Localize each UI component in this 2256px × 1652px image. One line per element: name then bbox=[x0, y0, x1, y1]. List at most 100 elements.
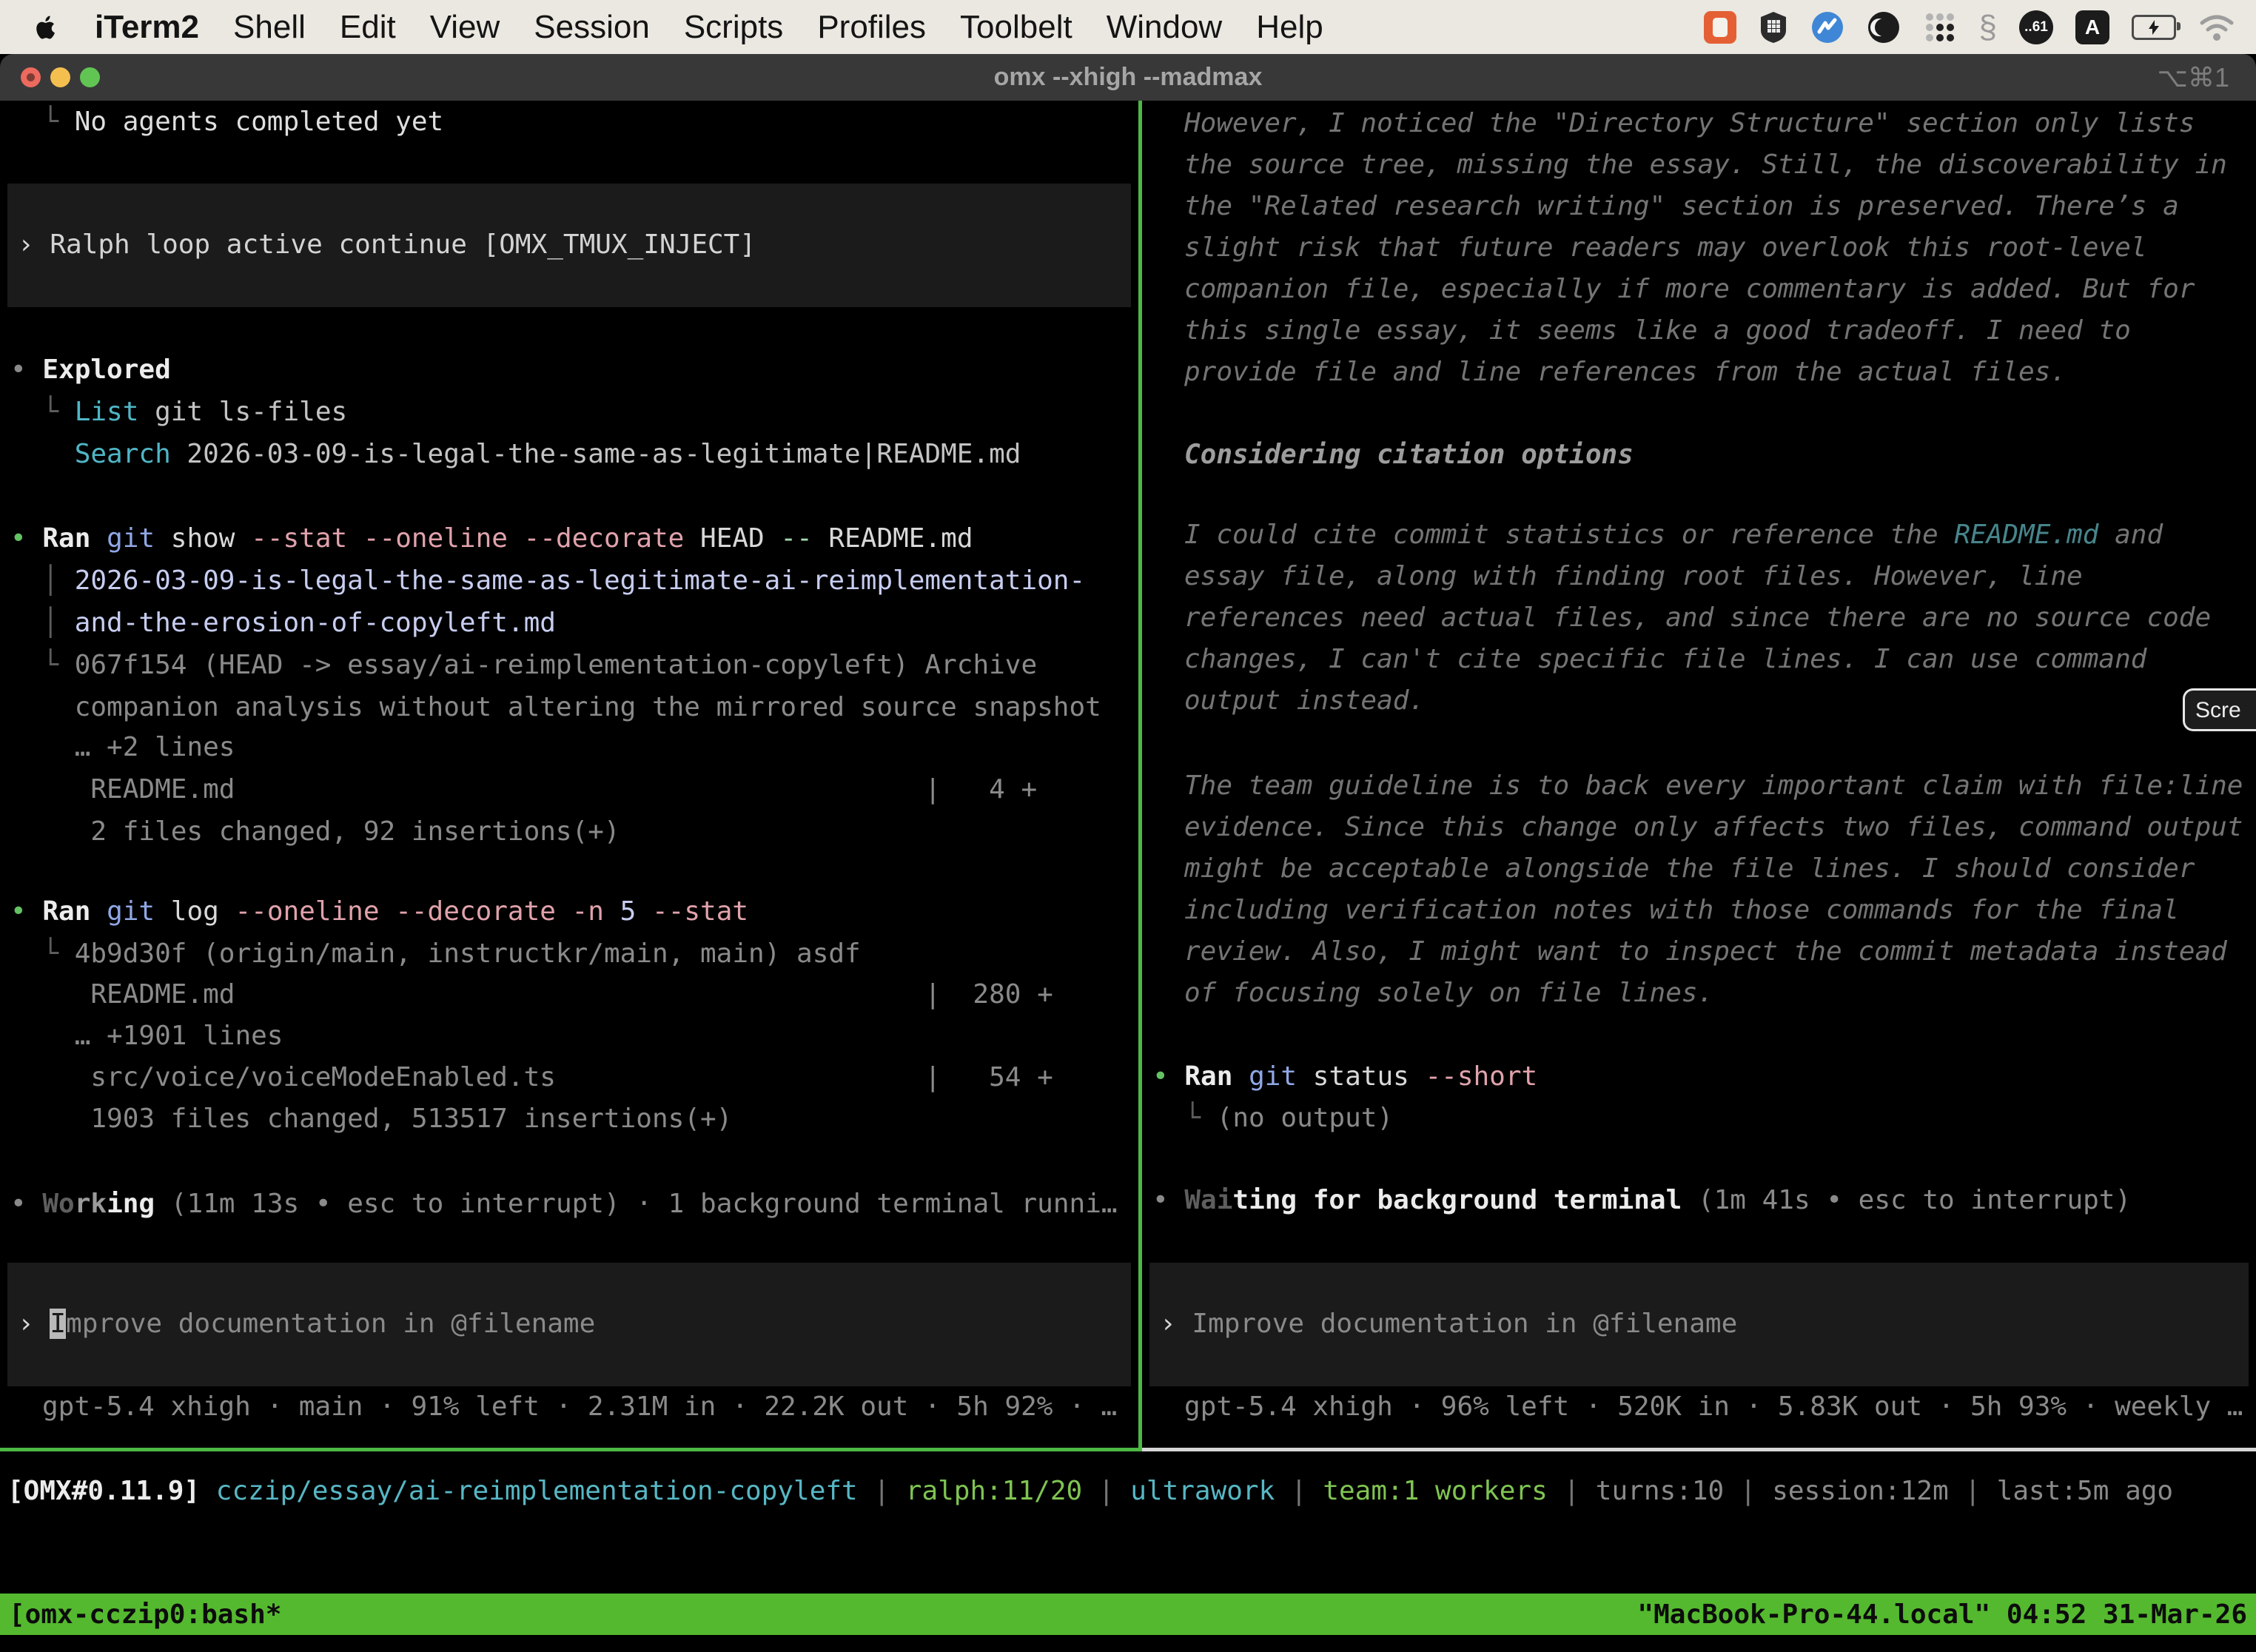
window-title-bar: omx --xhigh --madmax ⌥⌘1 bbox=[0, 54, 2256, 101]
text-cursor: I bbox=[50, 1309, 66, 1339]
badge-61-icon[interactable]: ..61 bbox=[2019, 10, 2053, 44]
menu-item-scripts[interactable]: Scripts bbox=[684, 9, 783, 46]
working-status-line: • Working (11m 13s • esc to interrupt) ·… bbox=[10, 1183, 1118, 1225]
tmux-session-window: [omx-cczip0:bash* bbox=[9, 1594, 281, 1636]
thinking-line: slight risk that future readers may over… bbox=[1184, 226, 2146, 269]
menu-item-toolbelt[interactable]: Toolbelt bbox=[960, 9, 1072, 46]
menu-item-session[interactable]: Session bbox=[534, 9, 650, 46]
omx-turns: turns:10 bbox=[1596, 1476, 1724, 1506]
git-show-output-1: └ 067f154 (HEAD -> essay/ai-reimplementa… bbox=[10, 644, 1037, 686]
bullet-icon: • bbox=[10, 355, 42, 385]
pane-divider-vertical[interactable] bbox=[1138, 101, 1142, 1451]
battery-icon[interactable] bbox=[2132, 15, 2176, 40]
bullet-icon: • bbox=[1152, 1185, 1184, 1215]
git-log-command: • Ran git log --oneline --decorate -n 5 … bbox=[10, 890, 748, 933]
menu-item-edit[interactable]: Edit bbox=[340, 9, 396, 46]
omx-status-bar: [OMX#0.11.9] cczip/essay/ai-reimplementa… bbox=[7, 1470, 2173, 1512]
git-show-ellipsis: … +2 lines bbox=[10, 726, 235, 768]
pane-divider-bottom-left bbox=[0, 1448, 1138, 1451]
terminal-content: └ No agents completed yet › Ralph loop a… bbox=[0, 101, 2256, 1652]
thinking-line: review. Also, I might want to inspect th… bbox=[1184, 930, 2227, 973]
thinking-line: companion file, especially if more comme… bbox=[1184, 268, 2195, 310]
left-session-status: gpt-5.4 xhigh · main · 91% left · 2.31M … bbox=[42, 1386, 1117, 1428]
prompt-chevron-icon: › bbox=[18, 229, 50, 260]
inject-prompt-line: › Ralph loop active continue [OMX_TMUX_I… bbox=[18, 224, 756, 266]
bullet-icon: • bbox=[10, 523, 42, 554]
omx-mode: ultrawork bbox=[1130, 1476, 1275, 1506]
minimize-button[interactable] bbox=[50, 67, 70, 87]
git-show-arg-wrap-2: │ and-the-erosion-of-copyleft.md bbox=[10, 602, 556, 644]
bullet-icon: • bbox=[10, 896, 42, 927]
tmux-status-bar: [omx-cczip0:bash* "MacBook-Pro-44.local"… bbox=[0, 1594, 2256, 1635]
thinking-line: essay file, along with finding root file… bbox=[1184, 555, 2083, 597]
omx-team: team:1 workers bbox=[1323, 1476, 1547, 1506]
git-log-output-1: └ 4b9d30f (origin/main, instructkr/main,… bbox=[10, 933, 861, 975]
inject-prompt-box[interactable]: › Ralph loop active continue [OMX_TMUX_I… bbox=[7, 184, 1131, 307]
explored-search-line: Search 2026-03-09-is-legal-the-same-as-l… bbox=[10, 433, 1021, 475]
menu-item-view[interactable]: View bbox=[430, 9, 500, 46]
thinking-line: provide file and line references from th… bbox=[1184, 351, 2067, 393]
explored-header: • Explored bbox=[10, 349, 171, 391]
left-terminal-pane[interactable]: └ No agents completed yet › Ralph loop a… bbox=[0, 101, 1138, 1448]
git-log-stat-voice: src/voice/voiceModeEnabled.ts | 54 + bbox=[10, 1056, 1053, 1098]
status-icons: § ..61 A bbox=[1704, 9, 2235, 46]
chat-app-icon[interactable] bbox=[1704, 11, 1736, 44]
omx-worktree-path: cczip/essay/ai-reimplementation-copyleft bbox=[200, 1476, 858, 1506]
thinking-line: I could cite commit statistics or refere… bbox=[1184, 514, 2163, 556]
zoom-button[interactable] bbox=[80, 67, 100, 87]
explored-list-line: └ List git ls-files bbox=[10, 391, 347, 433]
thinking-line: references need actual files, and since … bbox=[1184, 597, 2211, 639]
menu-item-profiles[interactable]: Profiles bbox=[817, 9, 926, 46]
thinking-line: evidence. Since this change only affects… bbox=[1184, 806, 2243, 848]
blue-badge-icon[interactable] bbox=[1810, 10, 1844, 44]
git-show-arg-wrap-1: │ 2026-03-09-is-legal-the-same-as-legiti… bbox=[10, 560, 1085, 602]
menu-item-shell[interactable]: Shell bbox=[233, 9, 306, 46]
readme-link[interactable]: README.md bbox=[1954, 520, 2098, 550]
bullet-icon: • bbox=[1152, 1061, 1184, 1092]
menu-item-window[interactable]: Window bbox=[1107, 9, 1223, 46]
thinking-line: However, I noticed the "Directory Struct… bbox=[1184, 102, 2195, 144]
window-title: omx --xhigh --madmax bbox=[994, 63, 1263, 92]
right-prompt-line: › Improve documentation in @filename bbox=[1160, 1303, 1737, 1345]
screen-share-chip[interactable]: Scre bbox=[2183, 688, 2256, 731]
omx-session-time: session:12m bbox=[1772, 1476, 1948, 1506]
crescent-circle-icon[interactable] bbox=[1867, 10, 1901, 44]
left-prompt-input[interactable]: › Improve documentation in @filename bbox=[7, 1263, 1131, 1386]
thinking-line: The team guideline is to back every impo… bbox=[1184, 765, 2243, 807]
bullet-icon: • bbox=[10, 1189, 42, 1219]
menu-bar: iTerm2 Shell Edit View Session Scripts P… bbox=[0, 0, 2256, 54]
wifi-icon[interactable] bbox=[2198, 13, 2235, 42]
git-log-stat-summary: 1903 files changed, 513517 insertions(+) bbox=[10, 1098, 732, 1140]
thinking-line: of focusing solely on file lines. bbox=[1184, 972, 1713, 1014]
traffic-lights bbox=[21, 67, 100, 87]
squiggle-icon[interactable]: § bbox=[1979, 9, 1997, 46]
git-log-stat-readme: README.md | 280 + bbox=[10, 973, 1053, 1015]
thinking-line: the source tree, missing the essay. Stil… bbox=[1184, 144, 2227, 186]
apple-menu-icon[interactable] bbox=[31, 10, 61, 44]
dots-grid-icon[interactable] bbox=[1923, 10, 1957, 44]
git-status-output: └ (no output) bbox=[1152, 1097, 1393, 1139]
git-show-command: • Ran git show --stat --oneline --decora… bbox=[10, 517, 973, 560]
window-shortcut-badge: ⌥⌘1 bbox=[2157, 62, 2229, 93]
input-source-icon[interactable]: A bbox=[2075, 10, 2109, 44]
prompt-chevron-icon: › bbox=[18, 1309, 50, 1339]
menu-item-iterm2[interactable]: iTerm2 bbox=[95, 9, 199, 46]
right-terminal-pane[interactable]: However, I noticed the "Directory Struct… bbox=[1142, 101, 2256, 1448]
right-session-status: gpt-5.4 xhigh · 96% left · 520K in · 5.8… bbox=[1184, 1386, 2243, 1428]
thinking-line: output instead. bbox=[1184, 679, 1425, 722]
thinking-line: changes, I can't cite specific file line… bbox=[1184, 638, 2146, 680]
menu-item-help[interactable]: Help bbox=[1256, 9, 1323, 46]
waiting-status-line: • Waiting for background terminal (1m 41… bbox=[1152, 1179, 2131, 1221]
right-prompt-input[interactable]: › Improve documentation in @filename bbox=[1149, 1263, 2249, 1386]
thinking-line: including verification notes with those … bbox=[1184, 889, 2179, 931]
tmux-host-clock: "MacBook-Pro-44.local" 04:52 31-Mar-26 bbox=[1637, 1594, 2247, 1636]
git-log-ellipsis: … +1901 lines bbox=[10, 1015, 283, 1057]
menu-items: iTerm2 Shell Edit View Session Scripts P… bbox=[31, 9, 1323, 46]
chat-bubble-icon bbox=[1713, 18, 1728, 37]
shield-grid-icon[interactable] bbox=[1759, 10, 1788, 44]
thinking-heading: Considering citation options bbox=[1184, 434, 1634, 476]
git-status-command: • Ran git status --short bbox=[1152, 1055, 1537, 1098]
git-show-output-2: companion analysis without altering the … bbox=[10, 686, 1101, 728]
git-show-stat-readme: README.md | 4 + bbox=[10, 768, 1037, 810]
close-button[interactable] bbox=[21, 67, 41, 87]
